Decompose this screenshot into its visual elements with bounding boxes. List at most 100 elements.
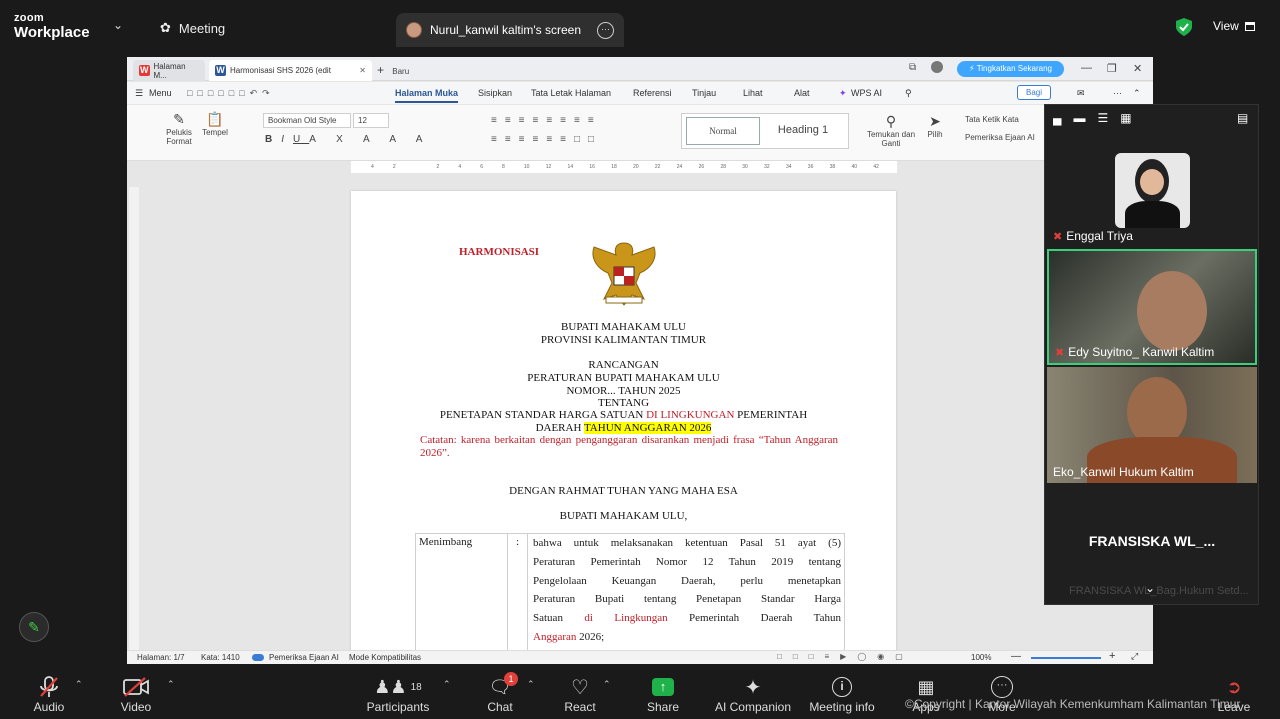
- zoom-out-icon[interactable]: —: [1011, 651, 1021, 662]
- align-buttons[interactable]: ≡≡≡≡≡≡□□: [491, 134, 602, 145]
- tab-referensi[interactable]: Referensi: [633, 88, 672, 98]
- select-button[interactable]: ➤ Pilih: [923, 113, 947, 139]
- chevron-down-icon[interactable]: ⌄: [113, 18, 123, 32]
- chevron-up-icon[interactable]: ⌃: [527, 679, 535, 690]
- tab-tata-letak[interactable]: Tata Letak Halaman: [531, 88, 611, 98]
- participants-count: 18: [410, 681, 422, 693]
- upgrade-button[interactable]: ⚡ Tingkatkan Sekarang: [957, 61, 1064, 77]
- chevron-up-icon[interactable]: ⌃: [1133, 88, 1141, 99]
- participant-tile[interactable]: Eko_Kanwil Hukum Kaltim: [1047, 367, 1257, 483]
- mic-muted-icon: ✖: [1053, 230, 1063, 243]
- share-doc-button[interactable]: Bagi: [1017, 85, 1051, 100]
- tab-tinjau[interactable]: Tinjau: [692, 88, 716, 98]
- chevron-up-icon[interactable]: ⌃: [443, 679, 451, 690]
- zoom-in-icon[interactable]: +: [1109, 650, 1115, 662]
- view-mode-icons[interactable]: □□□≡▶◯◉▢: [777, 652, 914, 661]
- layout-icons[interactable]: ▄▬☰▦: [1053, 111, 1144, 125]
- font-family-select[interactable]: Bookman Old Style: [263, 113, 351, 128]
- participant-tile[interactable]: FRANSISKA WL_... FRANSISKA WL_Bag.Hukum …: [1047, 485, 1257, 603]
- ruler-tick: 2: [436, 164, 440, 170]
- audio-label: Audio: [33, 700, 65, 714]
- horizontal-ruler[interactable]: 4 2 2 4 6 8 10 12 14 16 18 20 22 24 26 28 30 32 34 36 38 40 42: [351, 161, 897, 173]
- participant-tile-active[interactable]: ✖ Edy Suyitno_ Kanwil Kaltim: [1047, 249, 1257, 365]
- avatar[interactable]: [931, 61, 943, 73]
- ruler-tick: 18: [611, 164, 617, 170]
- quick-access-icons[interactable]: □□□□□□↶↷: [187, 88, 275, 99]
- new-tab-button[interactable]: + Baru: [377, 63, 409, 77]
- chevron-up-icon[interactable]: ⌃: [167, 679, 175, 690]
- ai-companion-button[interactable]: ✦ AI Companion: [713, 674, 793, 715]
- find-replace-button[interactable]: ⚲ Temukan dan Ganti: [865, 113, 917, 148]
- spellcheck-button[interactable]: Pemeriksa Ejaan AI: [965, 133, 1035, 142]
- meeting-button[interactable]: ✿ Meeting: [160, 20, 225, 36]
- close-icon[interactable]: ✕: [359, 66, 366, 75]
- ruler-tick: 16: [589, 164, 595, 170]
- table-cell: bahwa untuk melaksanakan ketentuan Pasal…: [533, 534, 841, 647]
- participants-button[interactable]: ♟♟ 18 Participants: [358, 674, 438, 715]
- restore-icon[interactable]: ❐: [1107, 62, 1117, 75]
- doc-line: PROVINSI KALIMANTAN TIMUR: [540, 334, 707, 346]
- wps-tab-document[interactable]: W Harmonisasi SHS 2026 (edit ✕: [209, 60, 372, 81]
- spellcheck-status[interactable]: Pemeriksa Ejaan AI: [269, 653, 339, 662]
- view-label: View: [1213, 19, 1239, 33]
- document-page[interactable]: HARMONISASI BUPATI MAHAKAM ULU PROVINSI …: [351, 191, 896, 664]
- menu-button[interactable]: Menu: [149, 88, 172, 98]
- participant-name-large: FRANSISKA WL_...: [1088, 533, 1216, 549]
- participant-name: ✖ Enggal Triya: [1053, 229, 1133, 243]
- new-tab-label: Baru: [392, 67, 410, 76]
- avatar: [1115, 153, 1190, 228]
- fullscreen-icon[interactable]: ⤢: [1131, 651, 1138, 662]
- react-label: React: [564, 700, 596, 714]
- view-button[interactable]: View: [1213, 19, 1255, 33]
- minimize-icon[interactable]: —: [1081, 62, 1092, 74]
- text-run: PENETAPAN STANDAR HARGA SATUAN: [439, 409, 647, 421]
- more-icon[interactable]: ···: [597, 21, 614, 39]
- tab-halaman-muka[interactable]: Halaman Muka: [395, 88, 459, 103]
- zoom-level[interactable]: 100%: [971, 653, 991, 662]
- participant-label: FRANSISKA WL_Bag.Hukum Setd...: [1069, 585, 1249, 597]
- window-icon[interactable]: ⧉: [909, 62, 916, 73]
- shield-icon[interactable]: [1176, 18, 1192, 36]
- menu-icon[interactable]: ☰: [135, 88, 143, 99]
- chevron-down-icon[interactable]: ⌄: [1145, 581, 1155, 595]
- doc-line: NOMOR... TAHUN 2025: [566, 385, 681, 397]
- meeting-info-button[interactable]: i Meeting info: [802, 674, 882, 714]
- vertical-ruler[interactable]: [129, 187, 139, 657]
- search-icon[interactable]: ⚲: [905, 88, 912, 99]
- chevron-up-icon[interactable]: ⌃: [75, 679, 83, 690]
- wps-menu-bar: ☰ Menu □□□□□□↶↷ Halaman Muka Sisipkan Ta…: [127, 82, 1153, 104]
- share-tab-label: Nurul_kanwil kaltim's screen: [430, 23, 582, 37]
- share-button[interactable]: ↑ Share: [623, 674, 703, 714]
- zoom-slider[interactable]: [1031, 657, 1101, 659]
- close-icon[interactable]: ✕: [1133, 62, 1142, 75]
- tab-sisipkan[interactable]: Sisipkan: [478, 88, 512, 98]
- more-icon[interactable]: ···: [1113, 88, 1122, 98]
- paste-button[interactable]: 📋 Tempel: [199, 111, 231, 137]
- toggle-icon[interactable]: [252, 654, 264, 661]
- style-heading1[interactable]: Heading 1: [766, 117, 840, 145]
- ruler-tick: 38: [829, 164, 836, 170]
- share-screen-tab[interactable]: Nurul_kanwil kaltim's screen ···: [396, 13, 624, 47]
- doc-line: TENTANG: [597, 397, 650, 409]
- annotate-icon[interactable]: ✎: [19, 612, 49, 642]
- format-buttons[interactable]: BIUA X A A A: [265, 134, 431, 145]
- video-button[interactable]: Video: [96, 674, 176, 714]
- format-label: Format: [166, 137, 192, 146]
- comment-icon[interactable]: ✉: [1077, 88, 1085, 99]
- video-off-icon: [96, 674, 176, 700]
- ruler-tick: 24: [676, 164, 683, 170]
- format-painter-button[interactable]: ✎ Pelukis Format: [165, 111, 193, 146]
- style-normal[interactable]: Normal: [686, 117, 760, 145]
- font-size-select[interactable]: 12: [353, 113, 389, 128]
- tab-alat[interactable]: Alat: [794, 88, 810, 98]
- paragraph-buttons[interactable]: ≡≡≡≡≡≡≡≡: [491, 115, 602, 126]
- doc-line: PERATURAN BUPATI MAHAKAM ULU: [527, 372, 720, 384]
- typesetting-button[interactable]: Tata Ketik Kata: [965, 115, 1019, 124]
- mic-muted-icon: ✖: [1055, 346, 1065, 359]
- chevron-up-icon[interactable]: ⌃: [603, 679, 611, 690]
- participant-tile[interactable]: ✖ Enggal Triya: [1047, 131, 1257, 247]
- wps-tab-home[interactable]: W Halaman M...: [133, 60, 205, 81]
- tab-lihat[interactable]: Lihat: [743, 88, 763, 98]
- popout-icon[interactable]: ▤: [1237, 111, 1248, 125]
- tab-wps-ai[interactable]: WPS AI: [851, 88, 882, 98]
